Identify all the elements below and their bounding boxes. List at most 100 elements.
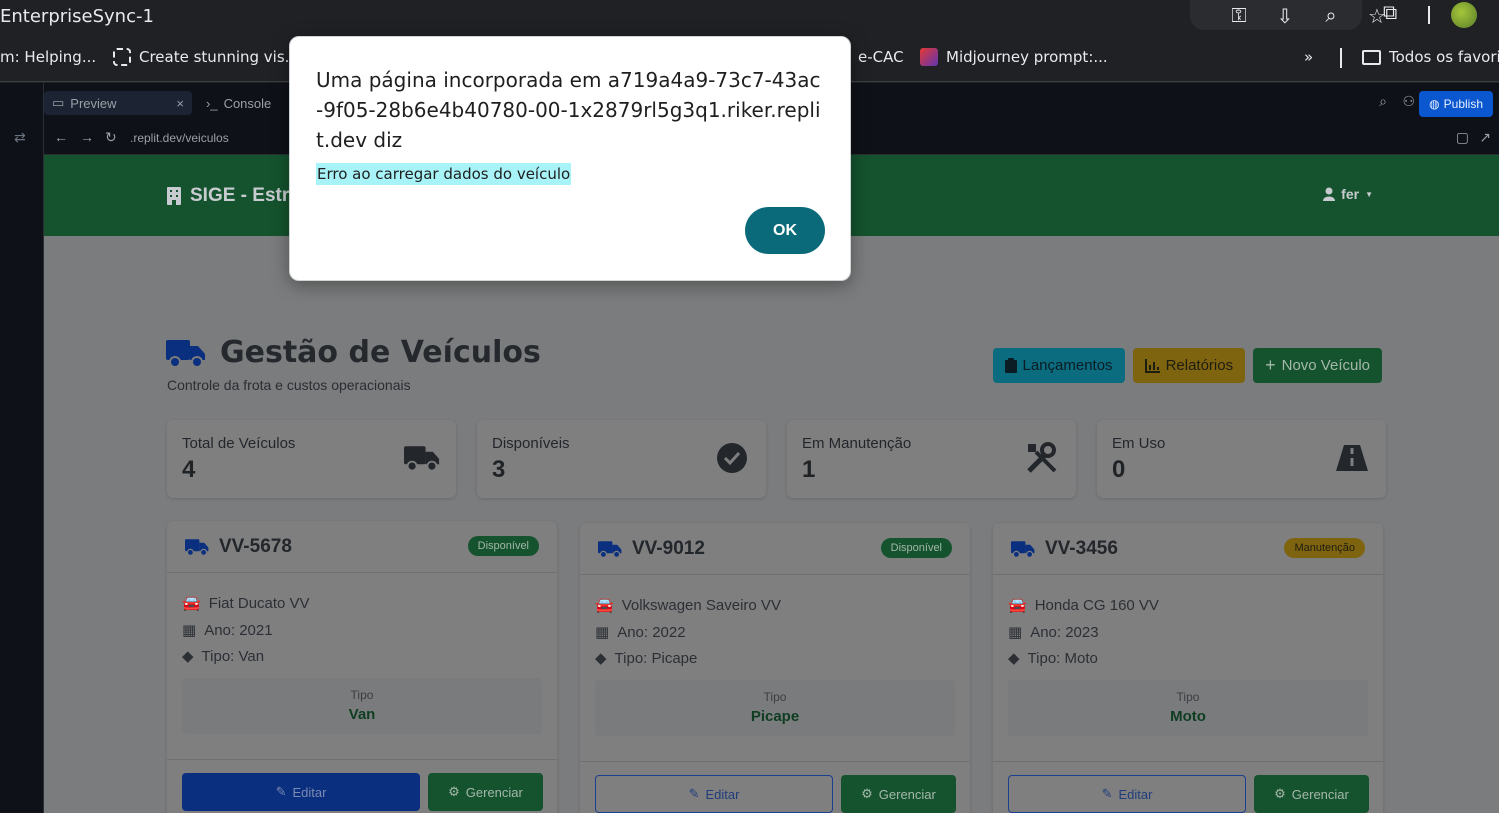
publish-icon: ◍ (1429, 97, 1440, 111)
vehicle-card: VV-9012 Disponível 🚘 Volkswagen Saveiro V… (580, 523, 970, 813)
vehicle-plate: VV-3456 (1011, 538, 1118, 560)
lancamentos-button[interactable]: Lançamentos (992, 348, 1125, 383)
car-icon: 🚘 (595, 597, 614, 614)
more-bookmarks-button[interactable]: » (1304, 48, 1313, 66)
tag-icon: ◆ (1008, 650, 1020, 667)
tab-preview[interactable]: ▭ Preview × (44, 91, 192, 115)
ok-button[interactable]: OK (745, 207, 825, 254)
folder-icon (1362, 49, 1381, 65)
edit-icon: ✎ (1101, 786, 1113, 801)
vehicle-card: VV-5678 Disponível 🚘 Fiat Ducato VV ▦ Ano:… (167, 521, 557, 813)
motorcycle-icon: 🚘 (1008, 597, 1027, 614)
extensions-icon[interactable]: ⧉ (1383, 2, 1397, 25)
publish-button[interactable]: ◍ Publish (1419, 91, 1493, 117)
building-icon (167, 187, 181, 205)
clipboard-icon (1004, 358, 1017, 373)
dialog-message: Erro ao carregar dados do veículo (316, 163, 572, 185)
truck-icon (598, 541, 622, 558)
vehicle-plate: VV-9012 (598, 538, 705, 560)
page-header: Gestão de Veículos (166, 335, 541, 370)
zoom-icon[interactable]: ⌕ (1319, 5, 1343, 28)
invite-icon[interactable]: ⚇ (1402, 93, 1415, 110)
manage-button[interactable]: ⚙ Gerenciar (841, 775, 956, 813)
user-menu[interactable]: fer ▼ (1323, 186, 1373, 202)
page-actions: Lançamentos Relatórios + Novo Veículo (992, 348, 1382, 383)
midjourney-icon (920, 48, 938, 66)
vehicle-cards: VV-5678 Disponível 🚘 Fiat Ducato VV ▦ Ano:… (167, 521, 1383, 813)
bookmark-item[interactable]: e-CAC (858, 48, 904, 66)
manage-button[interactable]: ⚙ Gerenciar (428, 773, 543, 811)
check-circle-icon (717, 443, 747, 473)
vehicle-info: 🚘 Honda CG 160 VV ▦ Ano: 2023 ◆ Tipo: Moto (1008, 593, 1159, 673)
truck-icon (1011, 541, 1035, 558)
popout-icon[interactable]: ↗ (1479, 129, 1491, 146)
card-actions: ✎ Editar ⚙ Gerenciar (595, 775, 956, 813)
card-divider (580, 761, 970, 762)
toolbar-icons: ⚿ ⇩ ⌕ ☆ (1227, 4, 1389, 29)
stat-card-disponiveis: Disponíveis 3 (477, 420, 766, 498)
sidebar-toggle-icon[interactable]: ⇄ (14, 129, 26, 146)
all-bookmarks[interactable]: Todos os favoritos (1362, 48, 1499, 66)
preview-url[interactable]: .replit.dev/veiculos (130, 131, 229, 145)
stat-card-total: Total de Veículos 4 (167, 420, 456, 498)
vehicle-card-header: VV-3456 Manutenção (993, 523, 1383, 575)
novo-veiculo-button[interactable]: + Novo Veículo (1253, 348, 1382, 383)
vehicle-card-header: VV-5678 Disponível (167, 521, 557, 573)
edit-icon: ✎ (275, 784, 287, 799)
status-badge: Manutenção (1284, 538, 1365, 558)
edit-button[interactable]: ✎ Editar (1008, 775, 1246, 813)
chart-icon (1144, 358, 1160, 373)
edit-icon: ✎ (688, 786, 700, 801)
edit-button[interactable]: ✎ Editar (595, 775, 833, 813)
calendar-icon: ▦ (1008, 623, 1023, 641)
bookmark-item[interactable]: m: Helping... (0, 48, 96, 66)
browser-titlebar: EnterpriseSync-1 ⚿ ⇩ ⌕ ☆ ⧉ (0, 0, 1499, 36)
close-icon[interactable]: × (176, 96, 184, 111)
reload-icon[interactable]: ↻ (105, 129, 117, 146)
edit-button[interactable]: ✎ Editar (182, 773, 420, 811)
terminal-icon: ›_ (206, 95, 218, 111)
back-icon[interactable]: ← (54, 129, 68, 145)
search-icon[interactable]: ⌕ (1379, 93, 1387, 110)
vehicle-info: 🚘 Fiat Ducato VV ▦ Ano: 2021 ◆ Tipo: Van (182, 591, 310, 671)
calendar-icon: ▦ (595, 623, 610, 641)
bookmark-item[interactable]: Midjourney prompt:... (920, 48, 1108, 66)
divider (1340, 48, 1342, 68)
plus-icon: + (1265, 355, 1276, 375)
tag-icon: ◆ (182, 648, 194, 665)
install-icon[interactable]: ⇩ (1273, 4, 1297, 29)
gear-icon: ⚙ (448, 784, 460, 799)
gear-icon: ⚙ (1274, 786, 1286, 801)
truck-icon (166, 339, 205, 368)
caret-down-icon: ▼ (1365, 189, 1373, 199)
user-icon (1323, 187, 1336, 201)
replit-sidebar: ⇄ (0, 83, 44, 813)
status-badge: Disponível (467, 536, 539, 556)
profile-avatar[interactable] (1451, 2, 1477, 28)
manage-button[interactable]: ⚙ Gerenciar (1254, 775, 1369, 813)
monitor-icon: ▭ (52, 95, 65, 110)
devtools-icon[interactable]: ▢ (1456, 129, 1469, 146)
vehicle-info: 🚘 Volkswagen Saveiro VV ▦ Ano: 2022 ◆ Tipo:… (595, 593, 781, 673)
stat-card-manutencao: Em Manutenção 1 (787, 420, 1076, 498)
tab-console[interactable]: ›_ Console (198, 91, 279, 115)
calendar-icon: ▦ (182, 621, 197, 639)
status-badge: Disponível (880, 538, 952, 558)
divider (1428, 6, 1430, 24)
vehicle-plate: VV-5678 (185, 536, 292, 558)
forward-icon[interactable]: → (80, 129, 94, 145)
key-icon[interactable]: ⚿ (1227, 5, 1251, 28)
card-actions: ✎ Editar ⚙ Gerenciar (182, 773, 543, 811)
relatorios-button[interactable]: Relatórios (1132, 348, 1246, 383)
bookmark-item[interactable]: Create stunning vis... (113, 48, 299, 66)
vehicle-card-header: VV-9012 Disponível (580, 523, 970, 575)
app-brand[interactable]: SIGE - Estru (166, 185, 301, 207)
gear-icon: ⚙ (861, 786, 873, 801)
tipo-box: Tipo Picape (595, 680, 955, 736)
dialog-title: Uma página incorporada em a719a4a9-73c7-… (316, 68, 821, 152)
tipo-box: Tipo Moto (1008, 680, 1368, 736)
road-icon (1336, 445, 1368, 471)
window-title: EnterpriseSync-1 (0, 6, 154, 27)
page-subtitle: Controle da frota e custos operacionais (167, 377, 411, 393)
tipo-box: Tipo Van (182, 678, 542, 734)
